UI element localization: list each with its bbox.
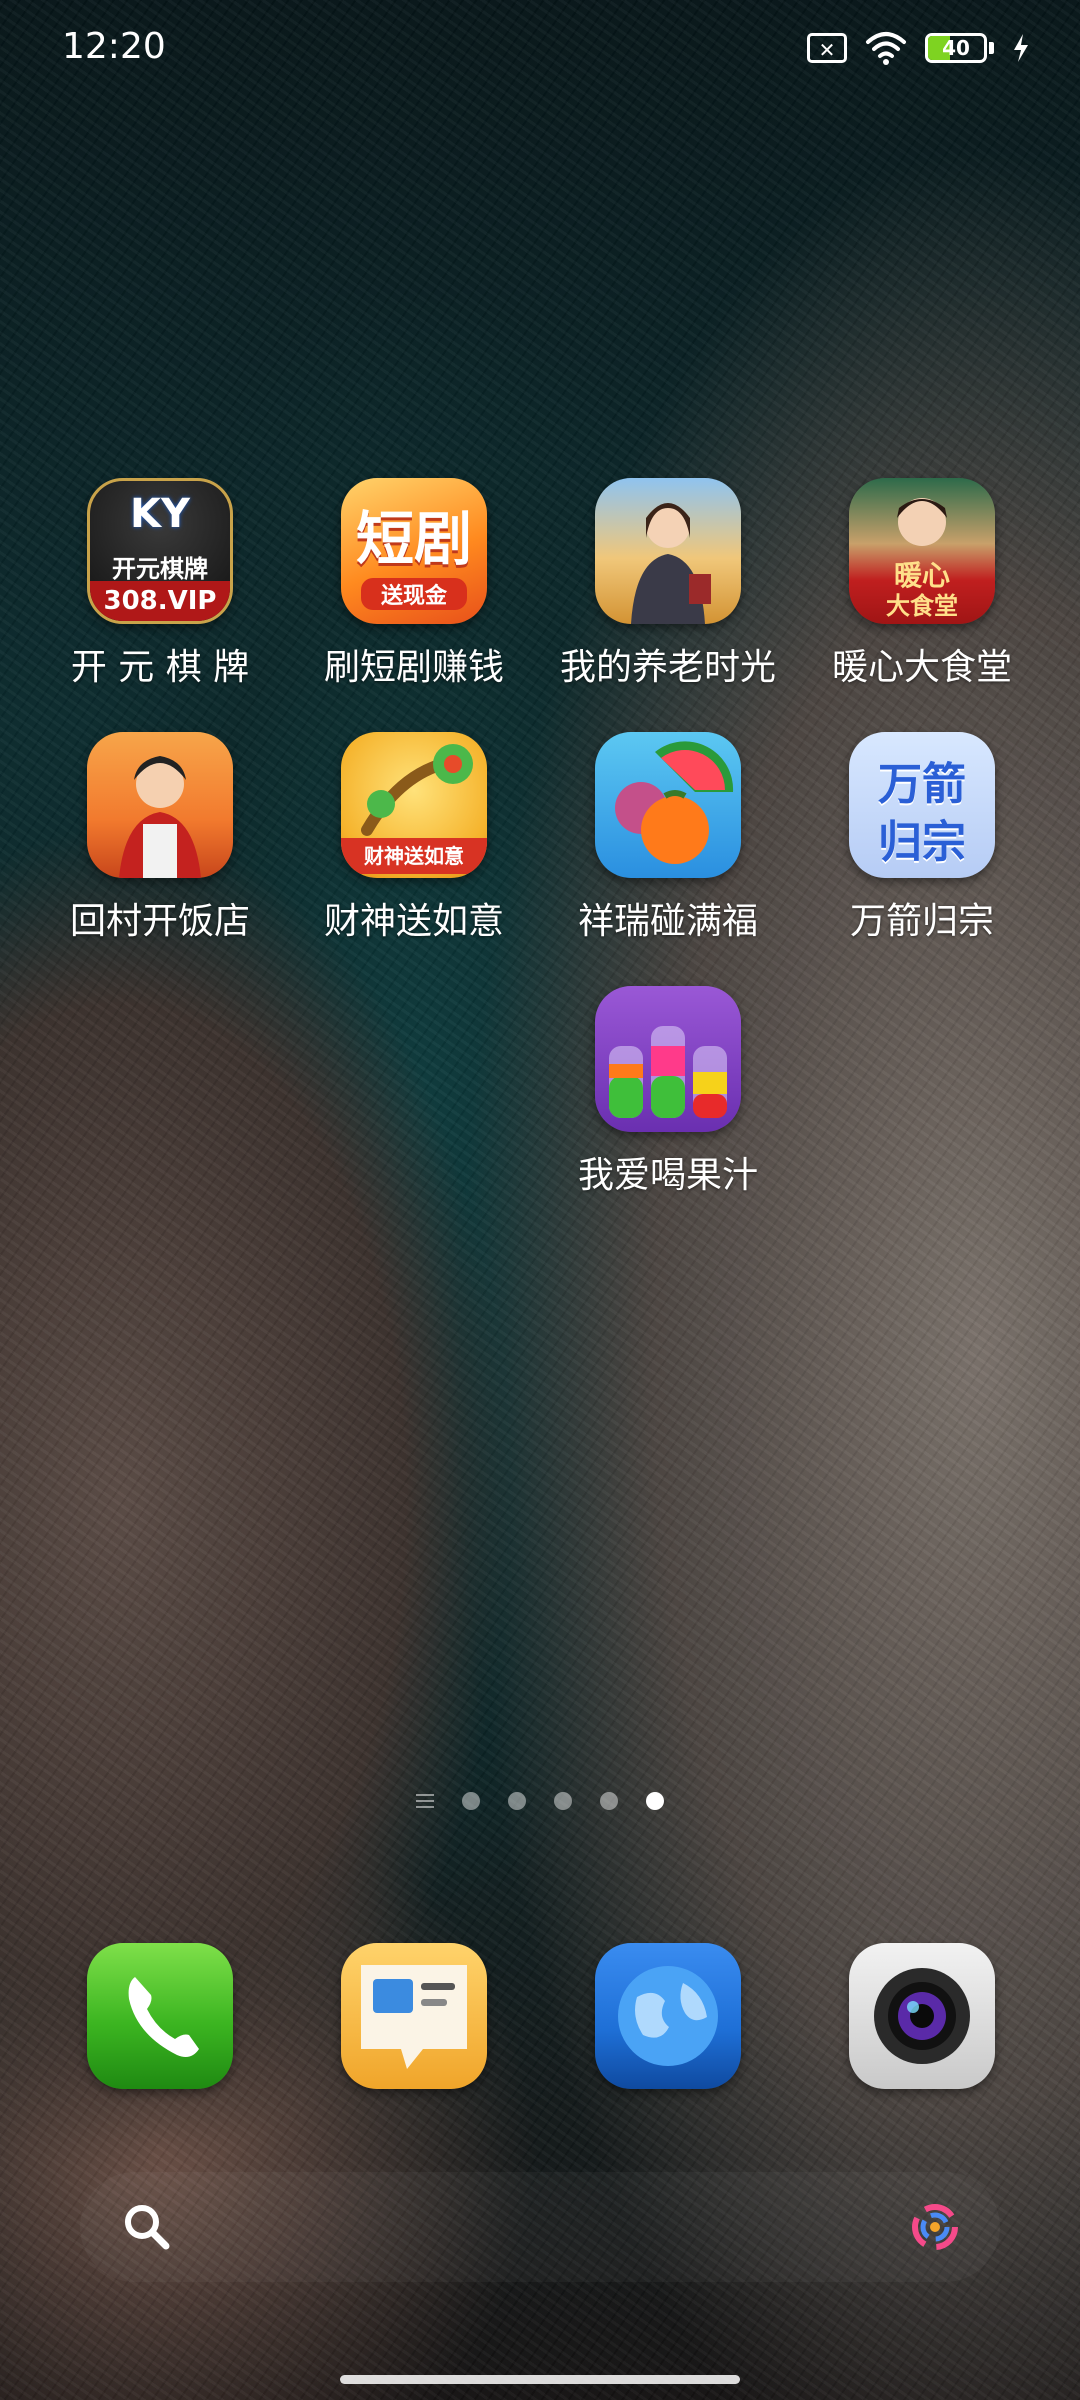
browser-icon: [595, 1943, 741, 2089]
app-juice-sort[interactable]: 我爱喝果汁: [541, 986, 795, 1198]
app-fruit-match[interactable]: 祥瑞碰满福: [541, 732, 795, 944]
app-label: 开 元 棋 牌: [70, 647, 250, 688]
app-label: 财神送如意: [323, 901, 504, 942]
page-indicator[interactable]: [0, 1792, 1080, 1810]
phone-icon: [87, 1943, 233, 2089]
app-label: 回村开饭店: [69, 901, 250, 942]
kaiyuan-qipai-icon: KY 开元棋牌 308.VIP: [87, 478, 233, 624]
battery-level: 40: [942, 36, 970, 60]
camera-icon: [849, 1943, 995, 2089]
dock-browser[interactable]: [541, 1943, 795, 2089]
app-god-of-wealth[interactable]: 财神送如意 财神送如意: [287, 732, 541, 944]
app-label: 暖心大食堂: [831, 647, 1012, 688]
page-dot-active: [646, 1792, 664, 1810]
app-label: 祥瑞碰满福: [577, 901, 758, 942]
search-icon[interactable]: [120, 2200, 174, 2254]
app-kaiyuan-qipai[interactable]: KY 开元棋牌 308.VIP 开 元 棋 牌: [33, 478, 287, 690]
status-icons: ✕ 40: [807, 30, 1030, 66]
app-short-drama[interactable]: 短剧 送现金 刷短剧赚钱: [287, 478, 541, 690]
dock-phone[interactable]: [33, 1943, 287, 2089]
battery-icon: 40: [925, 33, 994, 63]
app-retirement-time[interactable]: 我的养老时光: [541, 478, 795, 690]
app-warm-canteen[interactable]: 暖心 大食堂 暖心大食堂: [795, 478, 1049, 690]
god-of-wealth-icon: 财神送如意: [341, 732, 487, 878]
status-bar: 12:20 ✕ 40: [0, 0, 1080, 100]
retirement-time-icon: [595, 478, 741, 624]
page-dot: [600, 1792, 618, 1810]
menu-icon: [416, 1794, 434, 1808]
search-bar[interactable]: [80, 2172, 1000, 2282]
page-dot: [462, 1792, 480, 1810]
sim-off-icon: ✕: [807, 33, 847, 63]
wifi-icon: [866, 32, 906, 65]
charging-icon: [1014, 34, 1028, 62]
app-label: 我爱喝果汁: [577, 1155, 758, 1196]
short-drama-icon: 短剧 送现金: [341, 478, 487, 624]
dock-camera[interactable]: [795, 1943, 1049, 2089]
app-wanjian-guizong[interactable]: 万箭 归宗 万箭归宗: [795, 732, 1049, 944]
assistant-icon[interactable]: [906, 2198, 964, 2256]
home-indicator[interactable]: [340, 2375, 740, 2384]
app-label: 我的养老时光: [559, 647, 776, 688]
app-village-restaurant[interactable]: 回村开饭店: [33, 732, 287, 944]
warm-canteen-icon: 暖心 大食堂: [849, 478, 995, 624]
wanjian-guizong-icon: 万箭 归宗: [849, 732, 995, 878]
status-time: 12:20: [62, 26, 166, 67]
juice-sort-icon: [595, 986, 741, 1132]
village-restaurant-icon: [87, 732, 233, 878]
app-label: 万箭归宗: [849, 901, 994, 942]
app-label: 刷短剧赚钱: [323, 647, 504, 688]
dock-messages[interactable]: [287, 1943, 541, 2089]
page-dot: [508, 1792, 526, 1810]
fruit-match-icon: [595, 732, 741, 878]
messages-icon: [341, 1943, 487, 2089]
page-dot: [554, 1792, 572, 1810]
